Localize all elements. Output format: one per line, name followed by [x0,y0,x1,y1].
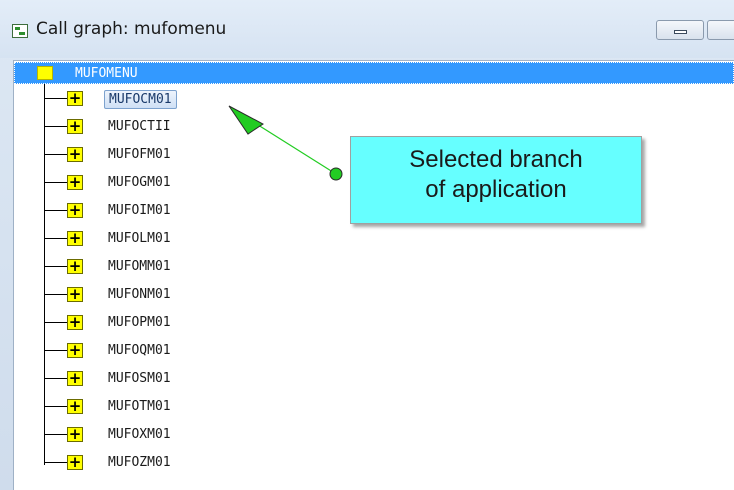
module-icon [37,66,53,80]
tree-row[interactable]: + MUFOXM01 [14,422,314,450]
tree-connector [45,126,67,127]
tree-row[interactable]: + MUFOCTII [14,114,314,142]
tree-connector [45,350,67,351]
callout-text: Selected branch of application [351,145,641,205]
call-graph-window: Call graph: mufomenu MUFOMENU + MUFOCM01 +… [0,0,734,490]
tree-row[interactable]: + MUFOGM01 [14,170,314,198]
tree-connector [45,378,67,379]
tree-root-label: MUFOMENU [75,66,138,81]
expand-icon[interactable]: + [67,91,83,106]
window-title: Call graph: mufomenu [36,19,227,39]
tree-row-label: MUFOTM01 [108,399,171,414]
tree-row-label: MUFOPM01 [108,315,171,330]
tree-row[interactable]: + MUFOIM01 [14,198,314,226]
expand-icon[interactable]: + [67,343,83,358]
tree-row[interactable]: + MUFOQM01 [14,338,314,366]
tree-row-label: MUFOFM01 [108,147,171,162]
expand-icon[interactable]: + [67,203,83,218]
expand-icon[interactable]: + [67,147,83,162]
tree-row[interactable]: + MUFONM01 [14,282,314,310]
tree-row-label: MUFONM01 [108,287,171,302]
tree-row[interactable]: + MUFOCM01 [14,86,314,114]
tree-connector [45,406,67,407]
tree-root-row[interactable]: MUFOMENU [14,62,734,84]
callout-line-1: Selected branch [409,146,583,173]
tree-connector [45,238,67,239]
maximize-button[interactable] [707,20,734,40]
expand-icon[interactable]: + [67,231,83,246]
tree-connector [45,154,67,155]
callout-line-2: of application [425,176,567,203]
title-bar[interactable]: Call graph: mufomenu [0,0,734,58]
expand-icon[interactable]: + [67,315,83,330]
tree-connector [45,462,67,463]
tree-pane[interactable]: MUFOMENU + MUFOCM01 + MUFOCTII + MUFOFM01 + MUF… [13,60,734,490]
tree-row-label: MUFOZM01 [108,455,171,470]
tree-row[interactable]: + MUFOFM01 [14,142,314,170]
tree-connector [45,294,67,295]
tree-row-label: MUFOGM01 [108,175,171,190]
minimize-icon [674,30,687,34]
tree-row-label: MUFOQM01 [108,343,171,358]
expand-icon[interactable]: + [67,455,83,470]
tree-row-label: MUFOMM01 [108,259,171,274]
expand-icon[interactable]: + [67,175,83,190]
tree-row-label: MUFOLM01 [108,231,171,246]
expand-icon[interactable]: + [67,427,83,442]
expand-icon[interactable]: + [67,371,83,386]
minimize-button[interactable] [656,20,704,40]
tree-connector [45,182,67,183]
tree-connector [45,266,67,267]
tree-row[interactable]: + MUFOSM01 [14,366,314,394]
tree-connector [45,98,67,99]
tree-connector [45,210,67,211]
expand-icon[interactable]: + [67,287,83,302]
tree-row-label: MUFOCTII [108,119,171,134]
tree-row[interactable]: + MUFOTM01 [14,394,314,422]
tree-row[interactable]: + MUFOPM01 [14,310,314,338]
tree-row[interactable]: + MUFOLM01 [14,226,314,254]
tree-row-label: MUFOXM01 [108,427,171,442]
callout-box: Selected branch of application [350,136,642,224]
expand-icon[interactable]: + [67,399,83,414]
tree-row-label: MUFOCM01 [104,90,177,109]
tree-row-label: MUFOIM01 [108,203,171,218]
expand-icon[interactable]: + [67,119,83,134]
tree-row-label: MUFOSM01 [108,371,171,386]
tree-connector [45,322,67,323]
expand-icon[interactable]: + [67,259,83,274]
tree-row[interactable]: + MUFOMM01 [14,254,314,282]
tree-row[interactable]: + MUFOZM01 [14,450,314,478]
callgraph-icon [12,24,28,38]
tree-connector [45,434,67,435]
